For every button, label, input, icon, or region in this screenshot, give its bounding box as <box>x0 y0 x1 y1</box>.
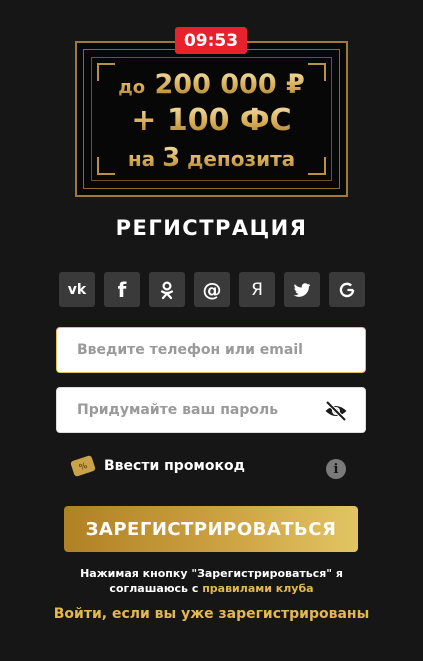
page-title: РЕГИСТРАЦИЯ <box>115 216 308 240</box>
promo-code-toggle[interactable]: % Ввести промокод <box>70 454 245 478</box>
countdown-timer: 09:53 <box>175 27 247 54</box>
phone-email-input[interactable] <box>57 342 317 358</box>
password-input[interactable] <box>57 402 317 418</box>
google-login-button[interactable] <box>329 272 365 307</box>
google-icon <box>339 282 355 297</box>
twitter-icon <box>293 282 311 297</box>
login-link[interactable]: Войти, если вы уже зарегистрированы <box>0 606 423 622</box>
banner-line-freespins: + 100 ФС <box>77 103 346 138</box>
promo-code-label: Ввести промокод <box>104 458 245 474</box>
info-icon[interactable]: i <box>326 459 346 479</box>
ticket-icon: % <box>70 454 96 478</box>
banner-line-amount: до 200 000 ₽ <box>77 69 346 100</box>
eye-off-icon <box>325 400 347 422</box>
vk-login-button[interactable]: vk <box>59 272 95 307</box>
register-button[interactable]: ЗАРЕГИСТРИРОВАТЬСЯ <box>64 506 358 552</box>
banner-amount: 200 000 ₽ <box>154 69 305 100</box>
yandex-login-button[interactable]: Я <box>239 272 275 307</box>
vk-icon: vk <box>67 281 87 298</box>
yandex-icon: Я <box>251 279 263 300</box>
toggle-password-visibility-button[interactable] <box>324 400 348 422</box>
banner-amount-prefix: до <box>118 77 146 98</box>
banner-line-deposits: на 3 депозита <box>77 143 346 173</box>
banner-deposits-number: 3 <box>162 143 181 173</box>
phone-email-field[interactable] <box>56 327 366 373</box>
bonus-banner: до 200 000 ₽ + 100 ФС на 3 депозита <box>75 41 348 197</box>
odnoklassniki-icon <box>160 280 174 299</box>
mail-icon: @ <box>202 278 222 301</box>
social-login-bar: vk f @ Я <box>59 272 365 307</box>
facebook-login-button[interactable]: f <box>104 272 140 307</box>
odnoklassniki-login-button[interactable] <box>149 272 185 307</box>
banner-deposits-prefix: на <box>127 147 156 171</box>
mailru-login-button[interactable]: @ <box>194 272 230 307</box>
terms-agreement: Нажимая кнопку "Зарегистрироваться" я со… <box>40 566 383 596</box>
twitter-login-button[interactable] <box>284 272 320 307</box>
password-field[interactable] <box>56 387 366 433</box>
club-rules-link[interactable]: правилами клуба <box>202 582 313 595</box>
facebook-icon: f <box>117 277 127 302</box>
banner-deposits-suffix: депозита <box>187 147 296 171</box>
